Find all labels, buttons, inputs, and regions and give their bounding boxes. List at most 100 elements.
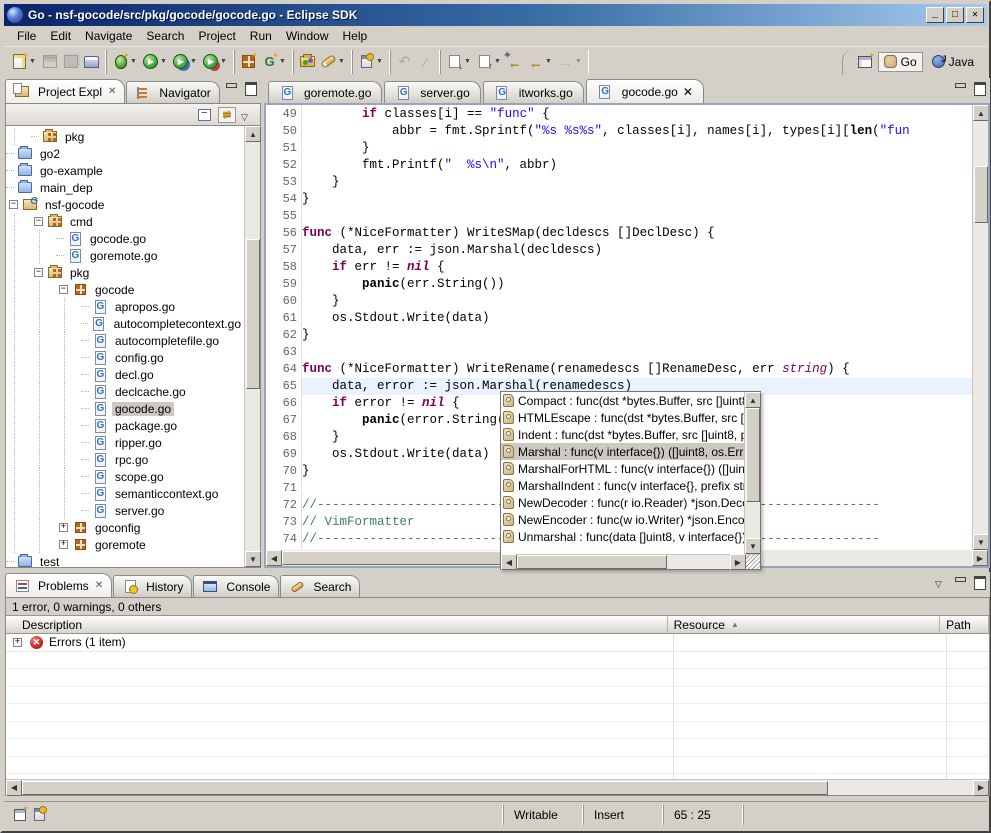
run-button[interactable]: ▼: [140, 50, 170, 74]
search-button[interactable]: ▼: [318, 50, 348, 74]
code-line-50[interactable]: abbr = fmt.Sprintf("%s %s%s", classes[i]…: [302, 123, 972, 140]
tree-item-package-go[interactable]: package.go: [6, 417, 244, 434]
external-tools-button[interactable]: ▼: [200, 50, 230, 74]
completion-item[interactable]: HTMLEscape : func(dst *bytes.Buffer, src…: [501, 409, 744, 426]
tree-item-gocode-go[interactable]: gocode.go: [6, 400, 244, 417]
problems-horizontal-scrollbar[interactable]: ◀ ▶: [6, 779, 989, 795]
view-tab-console[interactable]: Console: [193, 575, 279, 597]
perspective-go[interactable]: Go: [878, 52, 923, 72]
mark-occurrences-button[interactable]: ▼: [356, 50, 386, 74]
scroll-right-icon[interactable]: ▶: [972, 550, 988, 566]
scroll-left-icon[interactable]: ◀: [266, 550, 282, 566]
print-button[interactable]: [81, 50, 102, 74]
tree-item-decl-go[interactable]: decl.go: [6, 366, 244, 383]
popup-scrollbar[interactable]: ▲ ▼: [744, 392, 760, 554]
code-line-63[interactable]: [302, 344, 972, 361]
tree-scrollbar[interactable]: ▲ ▼: [244, 126, 260, 567]
tree-item-semanticcontext-go[interactable]: semanticcontext.go: [6, 485, 244, 502]
tree-item-ripper-go[interactable]: ripper.go: [6, 434, 244, 451]
close-button[interactable]: ✕: [966, 7, 984, 23]
collapse-node-icon[interactable]: −: [59, 285, 68, 294]
tree-item-pkg[interactable]: pkg: [6, 128, 244, 145]
menu-search[interactable]: Search: [139, 27, 191, 45]
completion-item[interactable]: MarshalForHTML : func(v interface{}) ([]…: [501, 460, 744, 477]
open-resource-button[interactable]: [297, 50, 318, 74]
editor-vertical-scrollbar[interactable]: ▲ ▼: [972, 105, 988, 550]
link-with-editor-icon[interactable]: ⇄: [218, 107, 236, 123]
menu-window[interactable]: Window: [279, 27, 336, 45]
completion-item[interactable]: MarshalIndent : func(v interface{}, pref…: [501, 477, 744, 494]
editor-tab-gocode-go[interactable]: gocode.go✕: [586, 79, 704, 103]
view-tab-project-expl[interactable]: Project Expl✕: [5, 79, 125, 103]
explorer-view-menu-icon[interactable]: [241, 109, 254, 120]
run-history-button[interactable]: ▼: [170, 50, 200, 74]
code-line-60[interactable]: }: [302, 293, 972, 310]
code-line-57[interactable]: data, err := json.Marshal(decldescs): [302, 242, 972, 259]
dropdown-arrow-icon[interactable]: ▼: [219, 53, 228, 70]
explorer-maximize-icon[interactable]: [244, 82, 257, 93]
editor-minimize-icon[interactable]: [954, 82, 967, 93]
editor-tab-itworks-go[interactable]: itworks.go: [483, 81, 584, 103]
new-wizard-button[interactable]: ✦▼: [9, 50, 39, 74]
tree-item-goremote-go[interactable]: goremote.go: [6, 247, 244, 264]
dropdown-arrow-icon[interactable]: ▼: [463, 53, 472, 70]
dropdown-arrow-icon[interactable]: ▼: [544, 53, 553, 70]
completion-item[interactable]: Marshal : func(v interface{}) ([]uint8, …: [501, 443, 744, 460]
prev-annotation-button[interactable]: ▼: [474, 50, 504, 74]
dropdown-arrow-icon[interactable]: ▼: [28, 53, 37, 70]
dropdown-arrow-icon[interactable]: ▼: [493, 53, 502, 70]
code-line-51[interactable]: }: [302, 140, 972, 157]
back-button[interactable]: ←▼: [525, 50, 555, 74]
dropdown-arrow-icon[interactable]: ▼: [375, 53, 384, 70]
code-line-64[interactable]: func (*NiceFormatter) WriteRename(rename…: [302, 361, 972, 378]
dropdown-arrow-icon[interactable]: ▼: [337, 53, 346, 70]
tree-item-goremote[interactable]: +goremote: [6, 536, 244, 553]
scroll-up-icon[interactable]: ▲: [245, 126, 261, 142]
completion-item[interactable]: Unmarshal : func(data []uint8, v interfa…: [501, 528, 744, 545]
tree-item-autocompletefile-go[interactable]: autocompletefile.go: [6, 332, 244, 349]
code-line-58[interactable]: if err != nil {: [302, 259, 972, 276]
completion-item[interactable]: NewEncoder : func(w io.Writer) *json.Enc…: [501, 511, 744, 528]
tree-item-go2[interactable]: go2: [6, 145, 244, 162]
new-go-file-button[interactable]: ✦▼: [259, 50, 289, 74]
scroll-right-icon[interactable]: ▶: [973, 780, 989, 796]
tree-item-scope-go[interactable]: scope.go: [6, 468, 244, 485]
tree-item-test[interactable]: test: [6, 553, 244, 567]
scroll-left-icon[interactable]: ◀: [6, 780, 22, 796]
tree-item-gocode-go[interactable]: gocode.go: [6, 230, 244, 247]
problems-row-errors[interactable]: +✕Errors (1 item): [6, 634, 989, 652]
code-line-54[interactable]: }: [302, 191, 972, 208]
completion-item[interactable]: Compact : func(dst *bytes.Buffer, src []…: [501, 392, 744, 409]
dropdown-arrow-icon[interactable]: ▼: [574, 53, 583, 70]
code-line-62[interactable]: }: [302, 327, 972, 344]
column-header-resource[interactable]: Resource▲: [668, 616, 940, 633]
tree-item-server-go[interactable]: server.go: [6, 502, 244, 519]
scroll-up-icon[interactable]: ▲: [745, 392, 761, 408]
close-tab-icon[interactable]: ✕: [683, 85, 693, 99]
minimize-button[interactable]: _: [926, 7, 944, 23]
dropdown-arrow-icon[interactable]: ▼: [159, 53, 168, 70]
scroll-right-icon[interactable]: ▶: [730, 554, 746, 570]
tree-item-main-dep[interactable]: main_dep: [6, 179, 244, 196]
popup-resize-grip[interactable]: [746, 555, 760, 569]
code-line-56[interactable]: func (*NiceFormatter) WriteSMap(decldesc…: [302, 225, 972, 242]
dropdown-arrow-icon[interactable]: ▼: [278, 53, 287, 70]
close-tab-icon[interactable]: ✕: [108, 86, 116, 97]
code-line-59[interactable]: panic(err.String()): [302, 276, 972, 293]
column-header-path[interactable]: Path: [940, 616, 989, 633]
collapse-node-icon[interactable]: −: [9, 200, 18, 209]
debug-button[interactable]: ✦▼: [110, 50, 140, 74]
menu-run[interactable]: Run: [243, 27, 279, 45]
view-tab-search[interactable]: Search: [280, 575, 360, 597]
collapse-node-icon[interactable]: −: [34, 217, 43, 226]
fast-view-icon[interactable]: [14, 809, 26, 821]
problems-maximize-icon[interactable]: [973, 576, 986, 587]
code-line-49[interactable]: if classes[i] == "func" {: [302, 106, 972, 123]
tree-item-nsf-gocode[interactable]: −nsf-gocode: [6, 196, 244, 213]
completion-item[interactable]: NewDecoder : func(r io.Reader) *json.Dec…: [501, 494, 744, 511]
code-line-52[interactable]: fmt.Printf(" %s\n", abbr): [302, 157, 972, 174]
tree-item-rpc-go[interactable]: rpc.go: [6, 451, 244, 468]
expand-node-icon[interactable]: +: [13, 638, 22, 647]
perspective-java[interactable]: Java: [927, 53, 979, 71]
code-line-55[interactable]: [302, 208, 972, 225]
